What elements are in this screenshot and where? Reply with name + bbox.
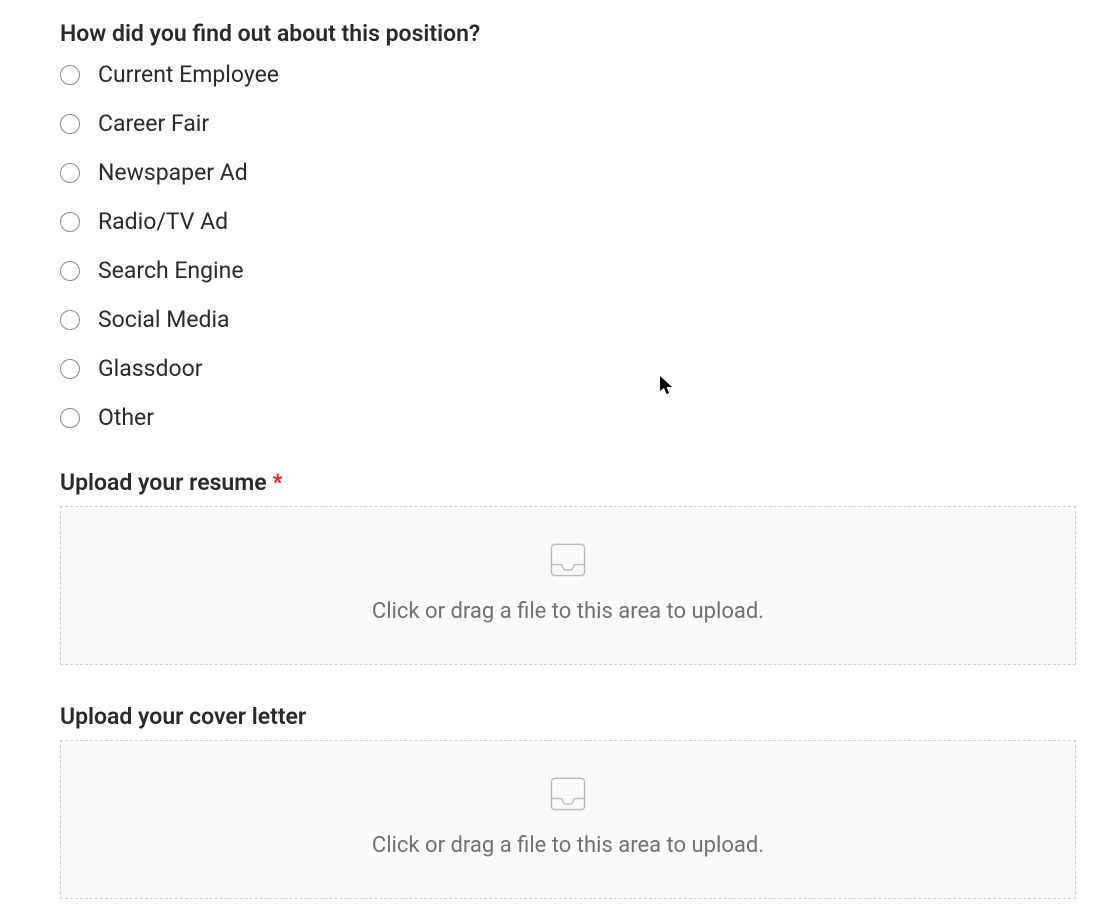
radio-option-current-employee[interactable]: Current Employee xyxy=(60,61,1076,88)
radio-option-radio-tv-ad[interactable]: Radio/TV Ad xyxy=(60,208,1076,235)
radio-label: Glassdoor xyxy=(98,355,203,382)
radio-label: Search Engine xyxy=(98,257,244,284)
radio-option-other[interactable]: Other xyxy=(60,404,1076,431)
resume-dropzone[interactable]: Click or drag a file to this area to upl… xyxy=(60,506,1076,665)
cover-letter-upload-section: Upload your cover letter Click or drag a… xyxy=(60,703,1076,899)
cover-letter-upload-label: Upload your cover letter xyxy=(60,703,1076,730)
radio-input-glassdoor[interactable] xyxy=(60,359,80,379)
radio-label: Other xyxy=(98,404,154,431)
radio-option-search-engine[interactable]: Search Engine xyxy=(60,257,1076,284)
resume-upload-section: Upload your resume * Click or drag a fil… xyxy=(60,469,1076,665)
radio-label: Radio/TV Ad xyxy=(98,208,228,235)
referral-question-label: How did you find out about this position… xyxy=(60,20,1076,47)
radio-input-search-engine[interactable] xyxy=(60,261,80,281)
resume-dropzone-text: Click or drag a file to this area to upl… xyxy=(81,599,1055,624)
cover-letter-dropzone-text: Click or drag a file to this area to upl… xyxy=(81,833,1055,858)
radio-input-current-employee[interactable] xyxy=(60,65,80,85)
inbox-icon xyxy=(81,771,1055,815)
radio-input-social-media[interactable] xyxy=(60,310,80,330)
required-asterisk: * xyxy=(272,469,282,496)
radio-option-newspaper-ad[interactable]: Newspaper Ad xyxy=(60,159,1076,186)
radio-input-career-fair[interactable] xyxy=(60,114,80,134)
resume-upload-label-text: Upload your resume xyxy=(60,469,267,496)
radio-option-glassdoor[interactable]: Glassdoor xyxy=(60,355,1076,382)
referral-radio-group: Current Employee Career Fair Newspaper A… xyxy=(60,61,1076,431)
cover-letter-upload-label-text: Upload your cover letter xyxy=(60,703,306,730)
inbox-icon xyxy=(81,537,1055,581)
resume-upload-label: Upload your resume * xyxy=(60,469,1076,496)
radio-label: Current Employee xyxy=(98,61,279,88)
radio-label: Career Fair xyxy=(98,110,209,137)
radio-input-newspaper-ad[interactable] xyxy=(60,163,80,183)
referral-question-section: How did you find out about this position… xyxy=(60,20,1076,431)
radio-option-career-fair[interactable]: Career Fair xyxy=(60,110,1076,137)
cover-letter-dropzone[interactable]: Click or drag a file to this area to upl… xyxy=(60,740,1076,899)
radio-option-social-media[interactable]: Social Media xyxy=(60,306,1076,333)
radio-label: Newspaper Ad xyxy=(98,159,248,186)
radio-input-radio-tv-ad[interactable] xyxy=(60,212,80,232)
radio-label: Social Media xyxy=(98,306,230,333)
radio-input-other[interactable] xyxy=(60,408,80,428)
